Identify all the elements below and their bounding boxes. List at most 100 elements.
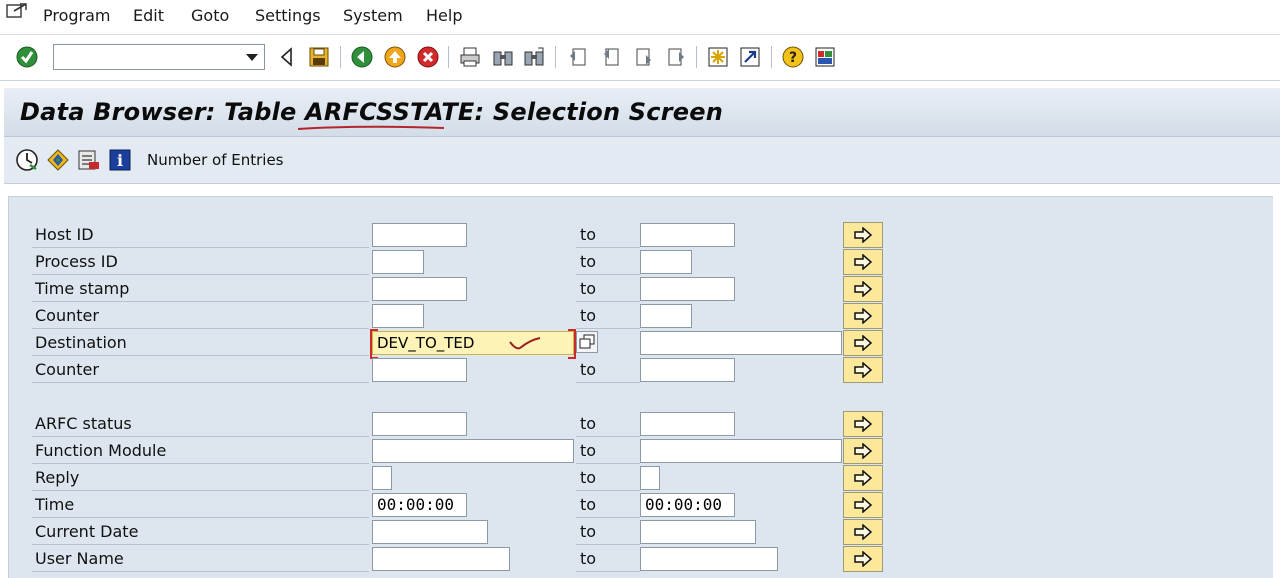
field-label: Counter xyxy=(32,357,369,383)
annotation-bracket-right xyxy=(568,329,576,359)
range-to-input[interactable] xyxy=(640,331,842,355)
to-label: to xyxy=(576,303,640,329)
menu-toggle-icon[interactable] xyxy=(6,2,28,20)
multiple-selection-button[interactable] xyxy=(843,303,883,329)
menu-program[interactable]: Program xyxy=(43,6,111,25)
last-page-icon[interactable] xyxy=(664,45,688,69)
multiple-selection-button[interactable] xyxy=(843,465,883,491)
toolbar-separator xyxy=(771,46,772,68)
menu-goto[interactable]: Goto xyxy=(191,6,229,25)
toolbar-separator xyxy=(340,46,341,68)
range-to-input[interactable] xyxy=(640,412,735,436)
back-triangle-icon[interactable] xyxy=(275,45,299,69)
to-label: to xyxy=(576,465,640,491)
menu-settings[interactable]: Settings xyxy=(255,6,321,25)
range-to-input[interactable]: 00:00:00 xyxy=(640,493,735,517)
field-label: ARFC status xyxy=(32,411,369,437)
to-label: to xyxy=(576,276,640,302)
arrow-right-icon xyxy=(854,362,873,378)
help-icon[interactable]: ? xyxy=(781,45,805,69)
range-from-input[interactable] xyxy=(372,250,424,274)
cancel-red-icon[interactable] xyxy=(416,45,440,69)
multiple-selection-button[interactable] xyxy=(843,357,883,383)
field-label: Time xyxy=(32,492,369,518)
arrow-right-icon xyxy=(854,443,873,459)
field-label: Counter xyxy=(32,303,369,329)
range-from-input[interactable] xyxy=(372,547,510,571)
annotation-check-icon xyxy=(508,336,542,352)
print-icon[interactable] xyxy=(458,45,482,69)
next-page-icon[interactable] xyxy=(632,45,656,69)
range-to-input[interactable] xyxy=(640,223,735,247)
range-to-input[interactable] xyxy=(640,520,756,544)
delete-selection-icon[interactable] xyxy=(77,148,101,172)
multiple-selection-button[interactable] xyxy=(843,492,883,518)
range-from-input[interactable] xyxy=(372,358,467,382)
range-to-input[interactable] xyxy=(640,466,660,490)
arrow-right-icon xyxy=(854,281,873,297)
range-to-input[interactable] xyxy=(640,250,692,274)
first-page-icon[interactable] xyxy=(566,45,590,69)
range-to-input[interactable] xyxy=(640,439,842,463)
application-toolbar: i Number of Entries xyxy=(4,137,1280,184)
to-label: to xyxy=(576,357,640,383)
find-icon[interactable] xyxy=(491,45,515,69)
range-to-input[interactable] xyxy=(640,547,778,571)
multiple-selection-button[interactable] xyxy=(843,546,883,572)
arrow-right-icon xyxy=(854,308,873,324)
multiple-selection-button[interactable] xyxy=(843,222,883,248)
command-field[interactable] xyxy=(53,44,265,70)
range-to-input[interactable] xyxy=(640,277,735,301)
multiple-selection-button[interactable] xyxy=(843,519,883,545)
multiple-selection-button[interactable] xyxy=(843,276,883,302)
screen-title-bar: Data Browser: Table ARFCSSTATE: Selectio… xyxy=(4,88,1280,137)
create-session-icon[interactable] xyxy=(706,45,730,69)
number-of-entries-button[interactable]: Number of Entries xyxy=(147,151,284,169)
range-to-input[interactable] xyxy=(640,358,735,382)
multiple-selection-button[interactable] xyxy=(843,249,883,275)
enter-check-icon[interactable] xyxy=(15,45,39,69)
field-label: User Name xyxy=(32,546,369,572)
customize-layout-icon[interactable] xyxy=(813,45,837,69)
menu-help[interactable]: Help xyxy=(426,6,462,25)
annotation-bracket-left xyxy=(370,329,378,359)
range-from-input[interactable] xyxy=(372,277,467,301)
page-title: Data Browser: Table ARFCSSTATE: Selectio… xyxy=(20,98,723,126)
multiple-values-icon[interactable] xyxy=(576,331,598,353)
previous-page-icon[interactable] xyxy=(599,45,623,69)
range-to-input[interactable] xyxy=(640,304,692,328)
range-from-input[interactable]: 00:00:00 xyxy=(372,493,467,517)
to-label: to xyxy=(576,519,640,545)
info-icon[interactable]: i xyxy=(108,148,132,172)
standard-toolbar: ? xyxy=(0,36,1280,81)
multiple-selection-button[interactable] xyxy=(843,411,883,437)
chevron-down-icon[interactable] xyxy=(246,54,258,61)
range-from-input[interactable]: DEV_TO_TED xyxy=(372,331,574,355)
execute-clock-icon[interactable] xyxy=(15,148,39,172)
range-from-input[interactable] xyxy=(372,223,467,247)
back-green-icon[interactable] xyxy=(350,45,374,69)
exit-up-icon[interactable] xyxy=(383,45,407,69)
field-label: Host ID xyxy=(32,222,369,248)
find-next-icon[interactable] xyxy=(522,45,546,69)
range-from-input[interactable] xyxy=(372,520,488,544)
field-label: Reply xyxy=(32,465,369,491)
menu-system[interactable]: System xyxy=(343,6,403,25)
field-label: Process ID xyxy=(32,249,369,275)
arrow-right-icon xyxy=(854,335,873,351)
menu-edit[interactable]: Edit xyxy=(133,6,164,25)
multiple-selection-button[interactable] xyxy=(843,438,883,464)
arrow-right-icon xyxy=(854,227,873,243)
save-icon[interactable] xyxy=(307,45,331,69)
range-from-input[interactable] xyxy=(372,466,392,490)
multiple-selection-button[interactable] xyxy=(843,330,883,356)
range-from-input[interactable] xyxy=(372,439,574,463)
arrow-right-icon xyxy=(854,497,873,513)
to-label: to xyxy=(576,411,640,437)
selection-options-icon[interactable] xyxy=(46,148,70,172)
range-from-input[interactable] xyxy=(372,304,424,328)
range-from-input[interactable] xyxy=(372,412,467,436)
field-label: Destination xyxy=(32,330,369,356)
toolbar-separator xyxy=(448,46,449,68)
generate-shortcut-icon[interactable] xyxy=(738,45,762,69)
